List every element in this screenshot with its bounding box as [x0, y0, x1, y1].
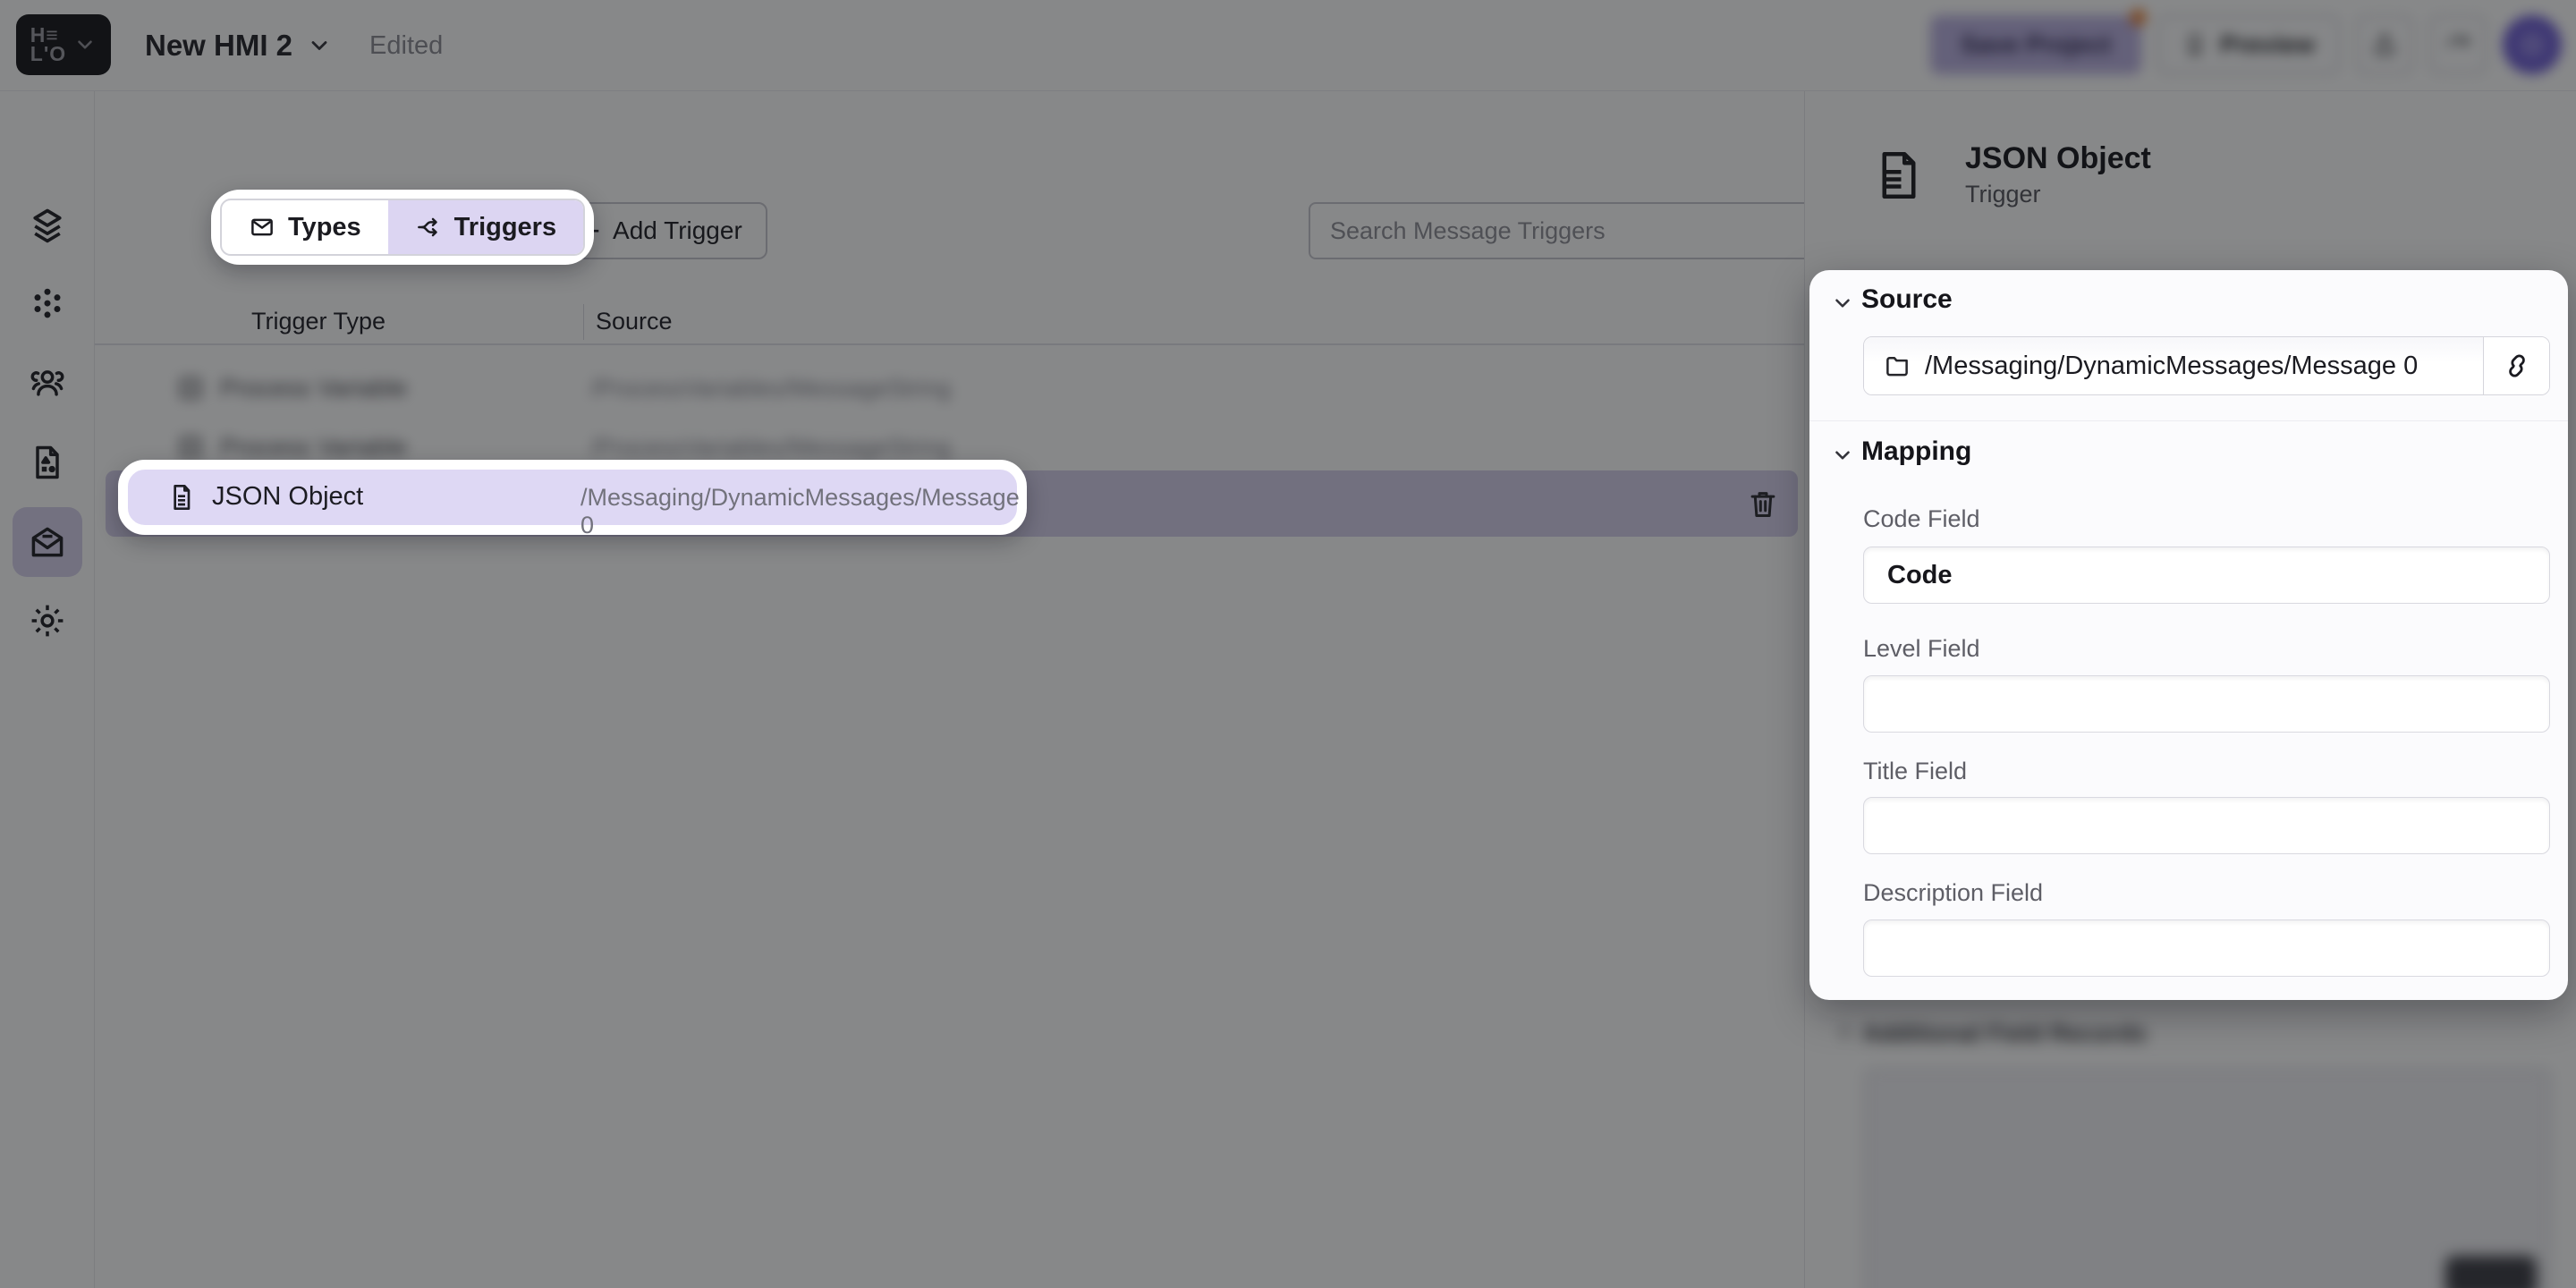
title-field-label: Title Field	[1863, 758, 1967, 785]
tab-types[interactable]: Types	[222, 200, 388, 254]
folder-icon	[1884, 352, 1911, 379]
trigger-branch-icon	[415, 214, 442, 241]
description-field-label: Description Field	[1863, 879, 2043, 907]
code-field-label: Code Field	[1863, 505, 1980, 533]
types-triggers-spotlight: Types Triggers	[211, 190, 594, 265]
source-path-group: /Messaging/DynamicMessages/Message 0	[1863, 336, 2550, 395]
level-field-input[interactable]	[1863, 675, 2550, 733]
tab-triggers-label: Triggers	[454, 213, 556, 242]
trigger-type-cell: JSON Object	[212, 482, 363, 512]
chevron-down-icon[interactable]	[1831, 292, 1854, 315]
trigger-config-card: Source /Messaging/DynamicMessages/Messag…	[1809, 270, 2568, 1000]
tab-types-label: Types	[288, 213, 361, 242]
types-triggers-toggle: Types Triggers	[220, 199, 585, 256]
description-field-input[interactable]	[1863, 919, 2550, 977]
source-section-label: Source	[1861, 284, 1953, 315]
level-field-label: Level Field	[1863, 635, 1980, 663]
title-field-input[interactable]	[1863, 797, 2550, 854]
table-row-json-object[interactable]: JSON Object /Messaging/DynamicMessages/M…	[118, 460, 1027, 535]
link-icon	[2503, 352, 2531, 380]
link-source-button[interactable]	[2483, 337, 2549, 394]
tab-triggers[interactable]: Triggers	[388, 200, 583, 254]
code-field-input[interactable]	[1863, 547, 2550, 604]
source-path-field[interactable]: /Messaging/DynamicMessages/Message 0	[1864, 337, 2483, 394]
mapping-section-label: Mapping	[1861, 436, 1971, 467]
source-cell: /Messaging/DynamicMessages/Message 0	[580, 484, 1020, 539]
mail-icon	[249, 214, 275, 241]
chevron-down-icon[interactable]	[1831, 444, 1854, 467]
source-path-value: /Messaging/DynamicMessages/Message 0	[1925, 352, 2418, 381]
section-divider	[1809, 420, 2568, 421]
json-file-icon	[167, 483, 196, 512]
